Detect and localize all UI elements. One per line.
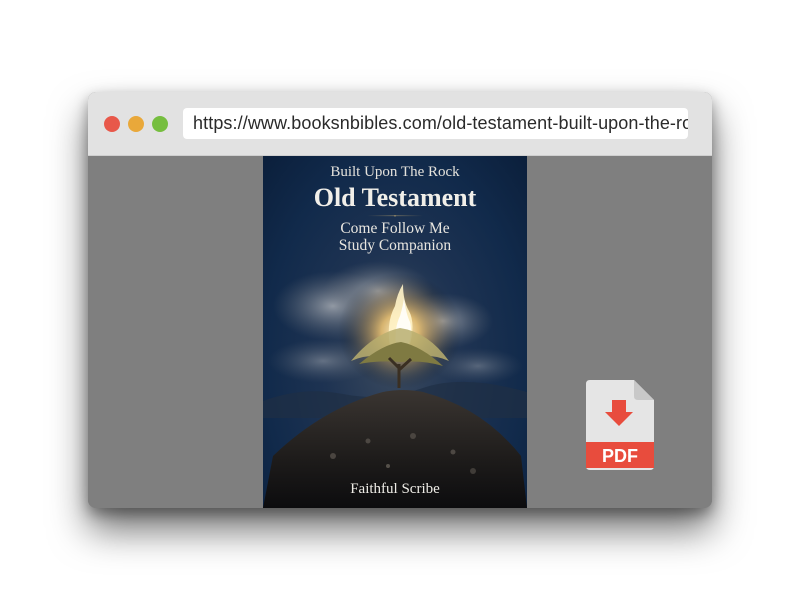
- cover-tagline-1: Come Follow Me: [340, 220, 450, 237]
- maximize-window-button[interactable]: [152, 116, 168, 132]
- cover-author: Faithful Scribe: [350, 481, 440, 497]
- book-cover-image: Built Upon The Rock Old Testament Come F…: [263, 156, 527, 508]
- address-bar-url[interactable]: https://www.booksnbibles.com/old-testame…: [183, 108, 688, 139]
- pdf-label: PDF: [602, 446, 638, 466]
- browser-window: https://www.booksnbibles.com/old-testame…: [88, 92, 712, 508]
- cover-divider: [367, 215, 423, 217]
- minimize-window-button[interactable]: [128, 116, 144, 132]
- cover-subtitle: Built Upon The Rock: [330, 164, 460, 180]
- stage: https://www.booksnbibles.com/old-testame…: [0, 0, 800, 600]
- close-window-button[interactable]: [104, 116, 120, 132]
- cover-title: Old Testament: [313, 183, 477, 212]
- pdf-download-icon[interactable]: PDF: [586, 380, 654, 470]
- browser-titlebar: https://www.booksnbibles.com/old-testame…: [88, 92, 712, 156]
- address-bar[interactable]: https://www.booksnbibles.com/old-testame…: [183, 108, 688, 139]
- cover-tagline-2: Study Companion: [338, 237, 452, 254]
- page-content: Built Upon The Rock Old Testament Come F…: [88, 156, 712, 508]
